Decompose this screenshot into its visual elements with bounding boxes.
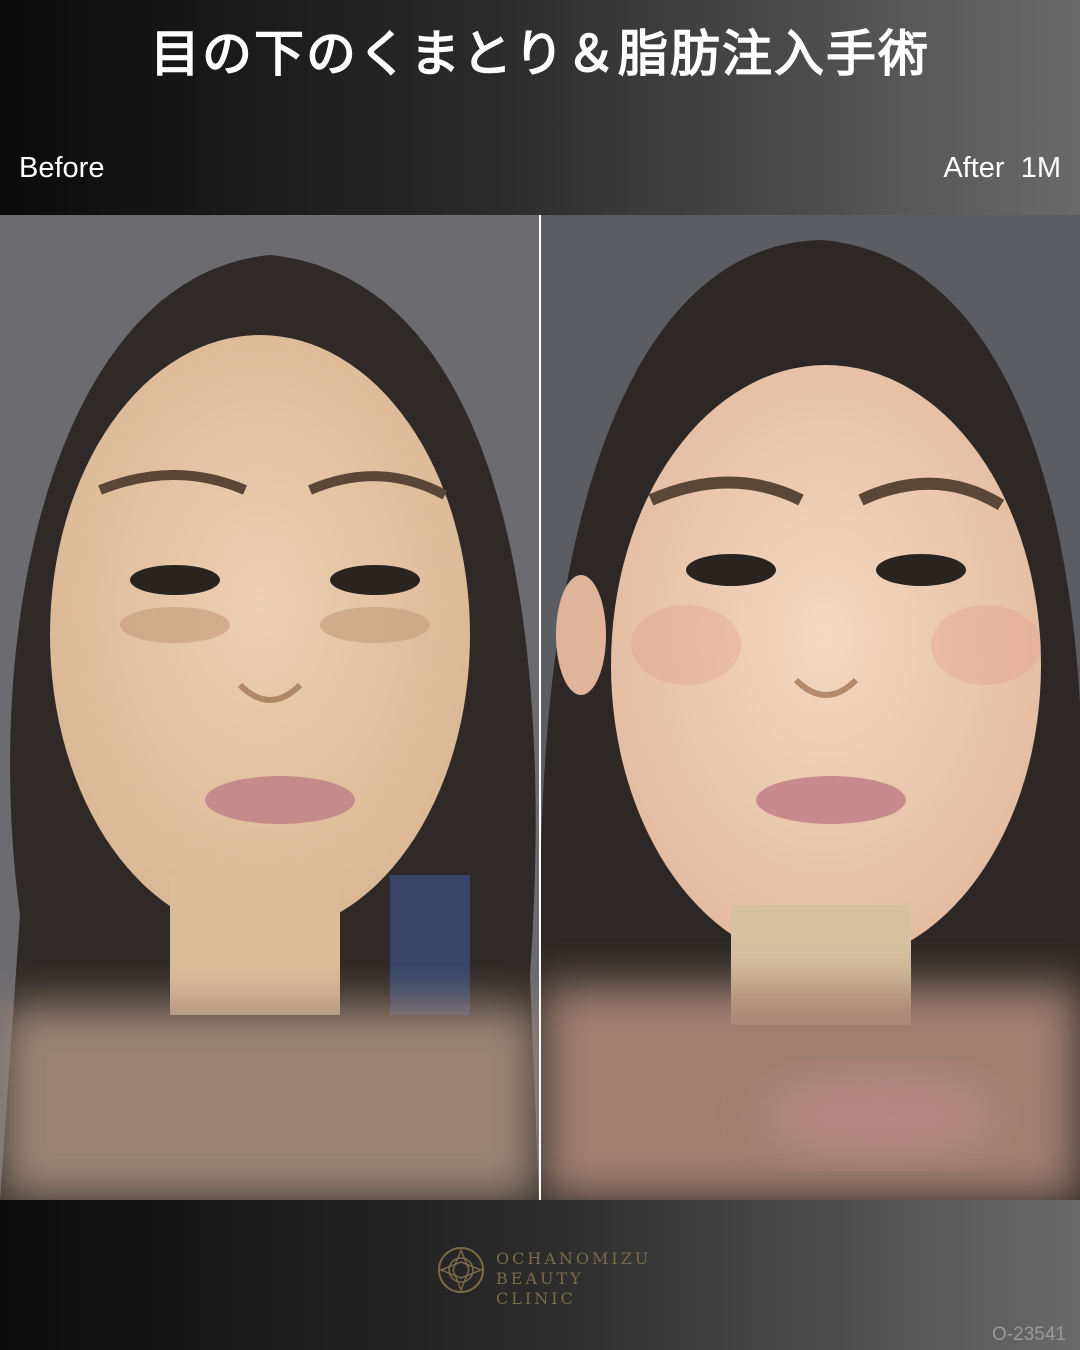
before-photo [0,215,539,1200]
collar [390,875,470,1015]
header-band: 目の下のくまとり＆脂肪注入手術 Before After 1M [0,0,1080,215]
blurred-area [0,1005,539,1200]
clinic-logo: OCHANOMIZU BEAUTY CLINIC [436,1245,648,1308]
after-face-illustration [541,215,1080,1200]
page-title: 目の下のくまとり＆脂肪注入手術 [150,25,930,83]
lips [756,776,906,824]
right-eye [876,554,966,586]
case-id: O-23541 [992,1324,1066,1345]
lips [205,776,355,824]
logo-line-2: BEAUTY CLINIC [496,1269,584,1308]
left-eye [686,554,776,586]
right-cheek-blush [931,605,1041,685]
left-cheek-blush [631,605,741,685]
right-eye [330,565,420,595]
logo-line-1: OCHANOMIZU [496,1249,652,1268]
logo-text: OCHANOMIZU BEAUTY CLINIC [496,1249,651,1309]
lotus-logo-icon [438,1247,484,1293]
left-ear [556,575,606,695]
left-undereye-bag [120,607,230,643]
after-label: After 1M [943,152,1061,184]
blurred-lips [761,1075,1001,1155]
before-after-page: 目の下のくまとり＆脂肪注入手術 Before After 1M OCHANOMI… [0,0,1080,1350]
before-face-illustration [0,215,539,1200]
before-label: Before [19,152,105,184]
right-undereye-bag [320,607,430,643]
after-photo [541,215,1080,1200]
left-eye [130,565,220,595]
neck [170,875,340,1015]
